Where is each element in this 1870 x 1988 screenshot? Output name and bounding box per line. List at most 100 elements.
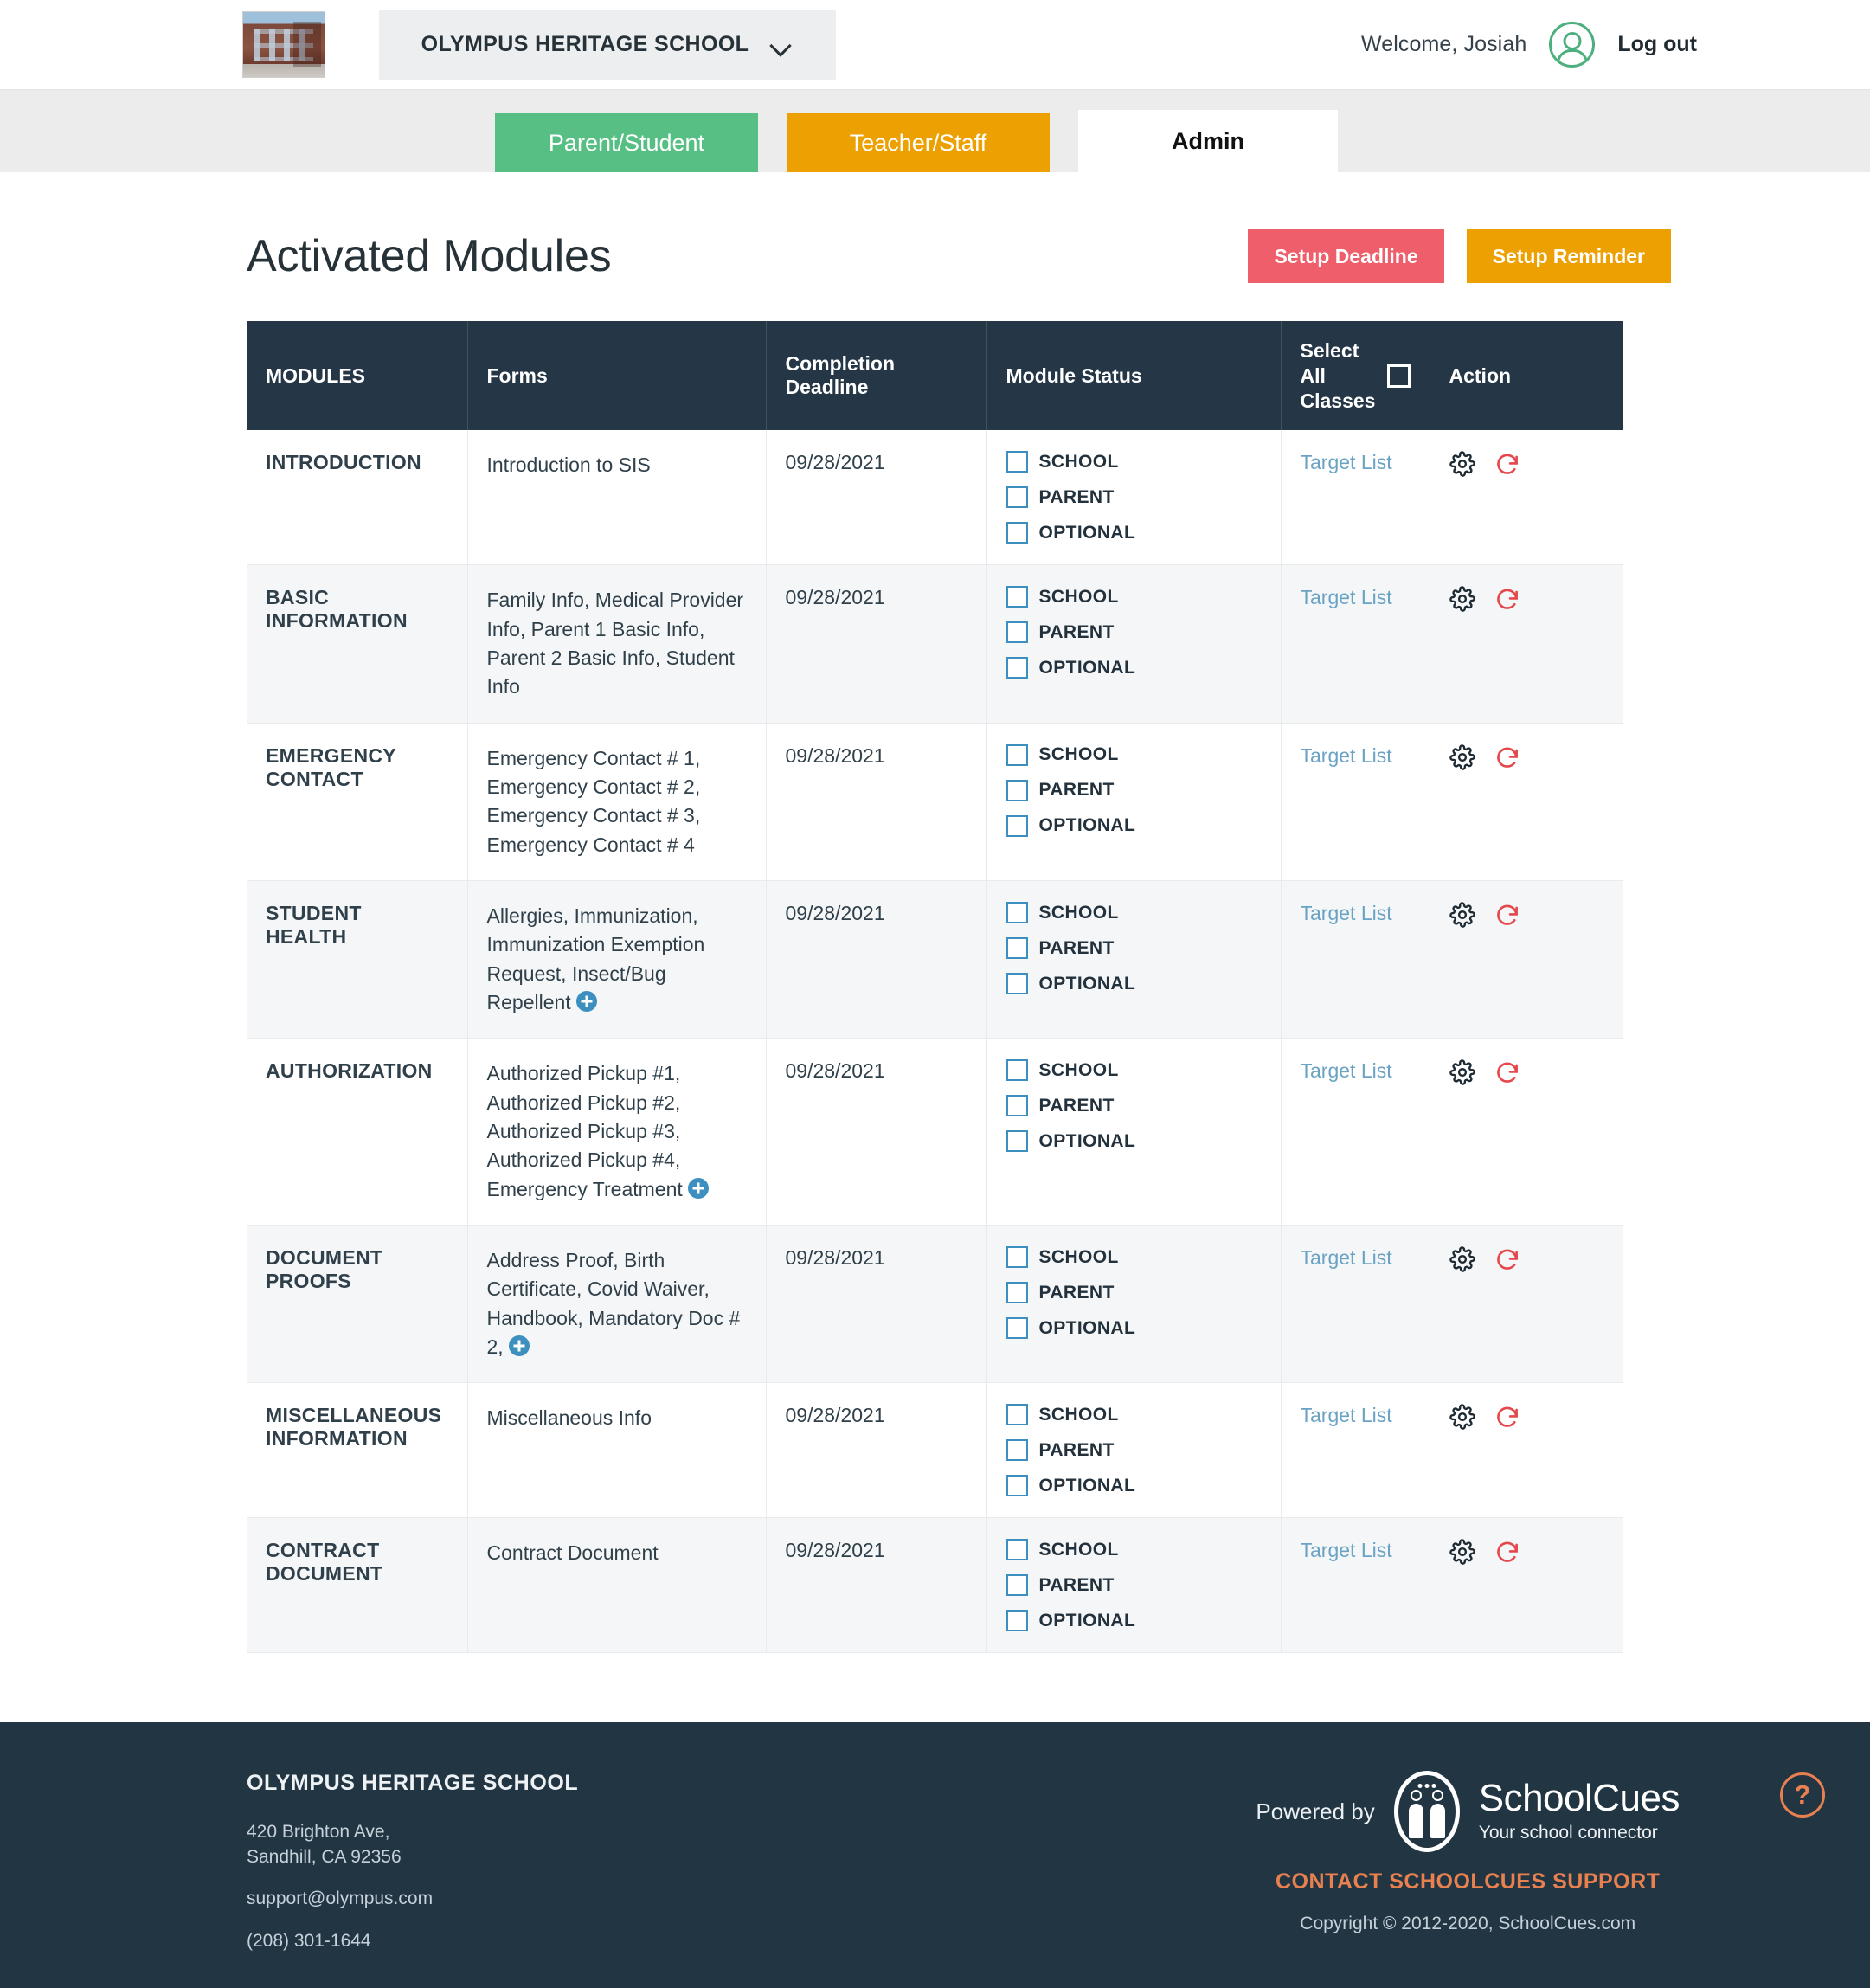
checkbox-school[interactable]: SCHOOL bbox=[1006, 1539, 1145, 1561]
tab-admin[interactable]: Admin bbox=[1078, 110, 1338, 172]
select-all-classes-checkbox[interactable] bbox=[1387, 364, 1411, 388]
optional-checkbox-box[interactable] bbox=[1006, 522, 1028, 544]
optional-checkbox-box[interactable] bbox=[1006, 814, 1028, 837]
checkbox-parent[interactable]: PARENT bbox=[1006, 1282, 1145, 1304]
refresh-icon[interactable] bbox=[1494, 586, 1520, 612]
gear-icon[interactable] bbox=[1449, 451, 1475, 478]
refresh-icon[interactable] bbox=[1494, 1404, 1520, 1430]
school-checkbox-box[interactable] bbox=[1006, 902, 1028, 923]
checkbox-parent[interactable]: PARENT bbox=[1006, 937, 1145, 959]
target-list-link[interactable]: Target List bbox=[1301, 1246, 1392, 1269]
checkbox-school[interactable]: SCHOOL bbox=[1006, 1059, 1145, 1082]
tab-parent-student[interactable]: Parent/Student bbox=[495, 113, 758, 172]
gear-icon[interactable] bbox=[1449, 586, 1475, 613]
parent-checkbox-box[interactable] bbox=[1006, 621, 1028, 644]
checkbox-optional[interactable]: OPTIONAL bbox=[1006, 1610, 1262, 1632]
optional-checkbox-box[interactable] bbox=[1006, 1130, 1028, 1153]
cell-module-name: AUTHORIZATION bbox=[247, 1038, 468, 1226]
checkbox-school[interactable]: SCHOOL bbox=[1006, 1246, 1145, 1269]
school-checkbox-label: SCHOOL bbox=[1038, 744, 1119, 765]
cell-completion-deadline[interactable]: 09/28/2021 bbox=[766, 1225, 987, 1384]
parent-checkbox-box[interactable] bbox=[1006, 486, 1028, 509]
plus-circle-icon[interactable] bbox=[508, 1335, 530, 1357]
checkbox-optional[interactable]: OPTIONAL bbox=[1006, 973, 1262, 994]
target-list-link[interactable]: Target List bbox=[1301, 586, 1392, 608]
target-list-link[interactable]: Target List bbox=[1301, 1059, 1392, 1082]
cell-completion-deadline[interactable]: 09/28/2021 bbox=[766, 1517, 987, 1654]
optional-checkbox-box[interactable] bbox=[1006, 1475, 1028, 1497]
optional-checkbox-box[interactable] bbox=[1006, 1317, 1028, 1340]
user-avatar-icon[interactable] bbox=[1549, 22, 1596, 68]
checkbox-optional[interactable]: OPTIONAL bbox=[1006, 814, 1262, 837]
cell-completion-deadline[interactable]: 09/28/2021 bbox=[766, 1038, 987, 1226]
footer-email[interactable]: support@olympus.com bbox=[247, 1887, 904, 1911]
cell-completion-deadline[interactable]: 09/28/2021 bbox=[766, 430, 987, 566]
refresh-icon[interactable] bbox=[1494, 902, 1520, 928]
parent-checkbox-box[interactable] bbox=[1006, 1282, 1028, 1304]
checkbox-school[interactable]: SCHOOL bbox=[1006, 1404, 1145, 1426]
checkbox-school[interactable]: SCHOOL bbox=[1006, 743, 1145, 766]
optional-checkbox-box[interactable] bbox=[1006, 657, 1028, 679]
checkbox-optional[interactable]: OPTIONAL bbox=[1006, 657, 1262, 679]
school-checkbox-box[interactable] bbox=[1006, 1404, 1028, 1426]
school-checkbox-box[interactable] bbox=[1006, 1539, 1028, 1561]
parent-checkbox-box[interactable] bbox=[1006, 779, 1028, 801]
checkbox-school[interactable]: SCHOOL bbox=[1006, 451, 1145, 473]
target-list-link[interactable]: Target List bbox=[1301, 451, 1392, 473]
target-list-link[interactable]: Target List bbox=[1301, 744, 1392, 767]
refresh-icon[interactable] bbox=[1494, 451, 1520, 477]
question-mark-icon[interactable]: ? bbox=[1780, 1772, 1825, 1818]
setup-reminder-button[interactable]: Setup Reminder bbox=[1466, 229, 1671, 283]
checkbox-parent[interactable]: PARENT bbox=[1006, 486, 1145, 509]
refresh-icon[interactable] bbox=[1494, 1246, 1520, 1272]
target-list-link[interactable]: Target List bbox=[1301, 902, 1392, 924]
refresh-icon[interactable] bbox=[1494, 1059, 1520, 1085]
parent-checkbox-box[interactable] bbox=[1006, 1095, 1028, 1117]
target-list-link[interactable]: Target List bbox=[1301, 1404, 1392, 1426]
tab-teacher-staff[interactable]: Teacher/Staff bbox=[787, 113, 1050, 172]
parent-checkbox-box[interactable] bbox=[1006, 937, 1028, 959]
checkbox-optional[interactable]: OPTIONAL bbox=[1006, 1475, 1262, 1497]
school-checkbox-label: SCHOOL bbox=[1038, 1059, 1119, 1080]
cell-completion-deadline[interactable]: 09/28/2021 bbox=[766, 880, 987, 1039]
checkbox-optional[interactable]: OPTIONAL bbox=[1006, 522, 1262, 544]
setup-deadline-button[interactable]: Setup Deadline bbox=[1248, 229, 1444, 283]
school-checkbox-box[interactable] bbox=[1006, 586, 1028, 608]
plus-circle-icon[interactable] bbox=[687, 1177, 709, 1199]
gear-icon[interactable] bbox=[1449, 1059, 1475, 1086]
checkbox-school[interactable]: SCHOOL bbox=[1006, 902, 1145, 923]
plus-circle-icon[interactable] bbox=[575, 991, 597, 1013]
checkbox-parent[interactable]: PARENT bbox=[1006, 1439, 1145, 1462]
checkbox-optional[interactable]: OPTIONAL bbox=[1006, 1130, 1262, 1153]
gear-icon[interactable] bbox=[1449, 1246, 1475, 1272]
gear-icon[interactable] bbox=[1449, 1539, 1475, 1566]
refresh-icon[interactable] bbox=[1494, 1539, 1520, 1565]
target-list-link[interactable]: Target List bbox=[1301, 1539, 1392, 1561]
checkbox-parent[interactable]: PARENT bbox=[1006, 1095, 1145, 1117]
optional-checkbox-box[interactable] bbox=[1006, 1610, 1028, 1632]
school-checkbox-box[interactable] bbox=[1006, 1059, 1028, 1082]
checkbox-parent[interactable]: PARENT bbox=[1006, 779, 1145, 801]
refresh-icon[interactable] bbox=[1494, 744, 1520, 770]
parent-checkbox-box[interactable] bbox=[1006, 1439, 1028, 1462]
checkbox-parent[interactable]: PARENT bbox=[1006, 621, 1145, 644]
school-checkbox-box[interactable] bbox=[1006, 1246, 1028, 1269]
checkbox-parent[interactable]: PARENT bbox=[1006, 1574, 1145, 1597]
optional-checkbox-box[interactable] bbox=[1006, 973, 1028, 994]
gear-icon[interactable] bbox=[1449, 743, 1475, 770]
contact-support-link[interactable]: CONTACT SCHOOLCUES SUPPORT bbox=[1276, 1869, 1661, 1895]
footer-phone[interactable]: (208) 301-1644 bbox=[247, 1929, 904, 1953]
cell-completion-deadline[interactable]: 09/28/2021 bbox=[766, 564, 987, 724]
cell-completion-deadline[interactable]: 09/28/2021 bbox=[766, 1382, 987, 1519]
school-checkbox-box[interactable] bbox=[1006, 451, 1028, 473]
checkbox-optional[interactable]: OPTIONAL bbox=[1006, 1317, 1262, 1340]
parent-checkbox-box[interactable] bbox=[1006, 1574, 1028, 1597]
school-selector-dropdown[interactable]: OLYMPUS HERITAGE SCHOOL bbox=[379, 10, 836, 80]
gear-icon[interactable] bbox=[1449, 902, 1475, 928]
checkbox-school[interactable]: SCHOOL bbox=[1006, 586, 1145, 608]
cell-module-status: SCHOOL PARENT OPTIONAL bbox=[986, 1382, 1282, 1519]
school-checkbox-box[interactable] bbox=[1006, 743, 1028, 766]
gear-icon[interactable] bbox=[1449, 1404, 1475, 1431]
logout-button[interactable]: Log out bbox=[1617, 32, 1697, 57]
cell-completion-deadline[interactable]: 09/28/2021 bbox=[766, 723, 987, 882]
